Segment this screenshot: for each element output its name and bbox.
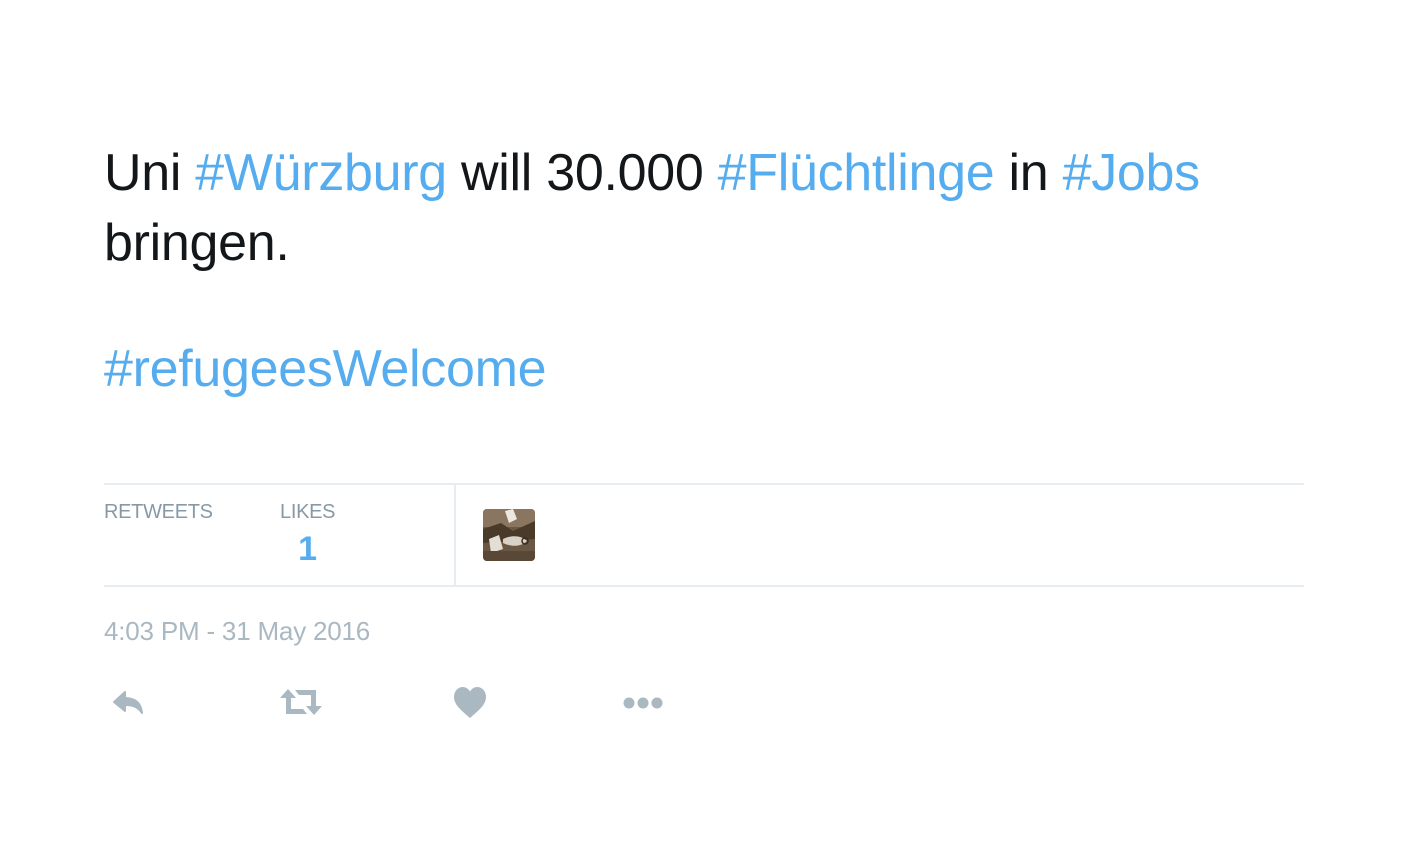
tweet-text-segment: Uni: [104, 144, 196, 202]
retweet-icon: [280, 689, 322, 715]
tweet-timestamp[interactable]: 4:03 PM - 31 May 2016: [104, 616, 370, 647]
reply-button[interactable]: [108, 680, 158, 726]
likes-label: LIKES: [280, 501, 336, 523]
like-button[interactable]: [450, 680, 500, 726]
hashtag-wurzburg-link[interactable]: #Würzburg: [195, 144, 447, 202]
hashtag-refugeeswelcome-link[interactable]: #refugeesWelcome: [104, 340, 547, 398]
likes-count: 1: [298, 530, 318, 568]
stats-divider: [454, 485, 456, 585]
tweet-text-segment: will 30.000: [446, 144, 718, 202]
tweet-stats-bar: RETWEETS LIKES 1: [104, 483, 1304, 587]
heart-icon: [454, 687, 486, 718]
tweet-text: Uni #Würzburg will 30.000 #Flüchtlinge i…: [104, 138, 1324, 278]
retweet-button[interactable]: [276, 680, 326, 726]
retweets-stat[interactable]: RETWEETS: [104, 501, 213, 524]
more-button[interactable]: [618, 680, 668, 726]
tweet-tag-line: #refugeesWelcome: [104, 334, 547, 404]
retweets-label: RETWEETS: [104, 501, 213, 523]
avatar-image: [483, 509, 535, 561]
likes-stat[interactable]: LIKES 1: [280, 501, 336, 569]
tweet-text-line2: bringen.: [104, 214, 290, 272]
more-dots-icon: [623, 697, 663, 709]
tweet-actions: [104, 680, 704, 730]
hashtag-jobs-link[interactable]: #Jobs: [1063, 144, 1201, 202]
hashtag-fluchtlinge-link[interactable]: #Flüchtlinge: [718, 144, 995, 202]
reply-icon: [113, 691, 143, 714]
tweet-text-segment: in: [994, 144, 1063, 202]
liker-avatar[interactable]: [483, 509, 535, 561]
